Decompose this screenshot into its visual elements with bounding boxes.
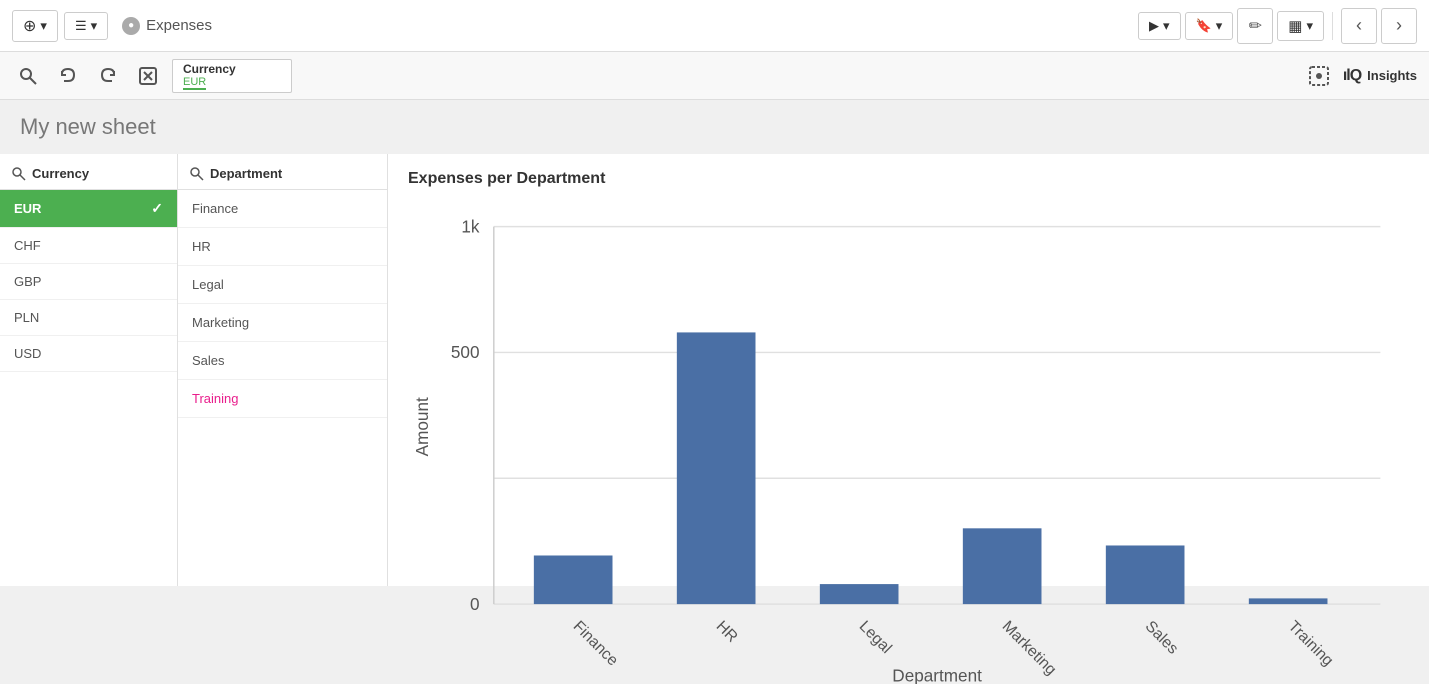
svg-text:0: 0 xyxy=(470,594,480,614)
currency-list: EUR ✓ CHF GBP PLN USD xyxy=(0,190,177,372)
svg-text:Marketing: Marketing xyxy=(999,618,1060,679)
app-dot-icon: ● xyxy=(122,17,140,35)
currency-chip-label: Currency xyxy=(183,62,281,76)
department-search-icon xyxy=(190,167,204,181)
chart-container: 1k 500 0 Amount Finan xyxy=(408,198,1409,684)
insights-button[interactable]: ılQ Insights xyxy=(1343,67,1417,85)
bar-chart: 1k 500 0 Amount Finan xyxy=(408,198,1409,684)
presentation-button[interactable]: ▶ ▾ xyxy=(1138,12,1181,40)
currency-gbp-label: GBP xyxy=(14,274,41,289)
app-title: Expenses xyxy=(146,17,212,34)
list-menu-button[interactable]: ☰ ▾ xyxy=(64,12,108,40)
compass-icon: ⊕ xyxy=(23,16,36,36)
sheet-title-bar: My new sheet xyxy=(0,100,1429,154)
currency-item-gbp[interactable]: GBP xyxy=(0,264,177,300)
currency-search-icon xyxy=(12,167,26,181)
currency-item-eur[interactable]: EUR ✓ xyxy=(0,190,177,228)
presentation-arrow: ▾ xyxy=(1163,18,1170,34)
dept-item-finance[interactable]: Finance xyxy=(178,190,387,228)
app-menu-arrow: ▾ xyxy=(40,18,47,34)
filter-bar-right: ılQ Insights xyxy=(1303,60,1417,92)
chart-arrow: ▾ xyxy=(1306,18,1313,34)
list-icon: ☰ xyxy=(75,18,87,34)
svg-text:Finance: Finance xyxy=(570,618,622,670)
undo-icon xyxy=(58,66,78,86)
svg-text:Department: Department xyxy=(892,665,982,684)
svg-text:Sales: Sales xyxy=(1142,618,1182,658)
forward-button[interactable]: › xyxy=(1381,8,1417,44)
undo-button[interactable] xyxy=(52,60,84,92)
toolbar-right: ▶ ▾ 🔖 ▾ ✏ ▦ ▾ ‹ › xyxy=(1138,8,1417,44)
bookmark-arrow: ▾ xyxy=(1216,18,1223,34)
redo-button[interactable] xyxy=(92,60,124,92)
chart-area: Expenses per Department 1k 500 0 Amount xyxy=(388,154,1429,586)
insights-label: Insights xyxy=(1367,68,1417,83)
currency-item-pln[interactable]: PLN xyxy=(0,300,177,336)
currency-chip-value: EUR xyxy=(183,76,206,90)
department-list: Finance HR Legal Marketing Sales Trainin… xyxy=(178,190,387,418)
check-icon: ✓ xyxy=(151,200,163,217)
dept-item-hr[interactable]: HR xyxy=(178,228,387,266)
bookmark-icon: 🔖 xyxy=(1196,18,1212,34)
redo-icon xyxy=(98,66,118,86)
svg-text:Training: Training xyxy=(1285,618,1337,670)
clear-selection-button[interactable] xyxy=(132,60,164,92)
svg-text:Legal: Legal xyxy=(856,618,895,657)
currency-panel: Currency EUR ✓ CHF GBP PLN USD xyxy=(0,154,178,586)
insights-chart-icon: ılQ xyxy=(1343,67,1361,85)
currency-usd-label: USD xyxy=(14,346,41,361)
bar-training xyxy=(1249,598,1328,604)
svg-text:500: 500 xyxy=(451,342,480,362)
clear-icon xyxy=(138,66,158,86)
department-panel-header: Department xyxy=(178,154,387,190)
bar-sales xyxy=(1106,545,1185,604)
dept-item-training[interactable]: Training xyxy=(178,380,387,418)
currency-header-label: Currency xyxy=(32,166,89,181)
bar-marketing xyxy=(963,528,1042,604)
department-header-label: Department xyxy=(210,166,282,181)
currency-eur-label: EUR xyxy=(14,201,41,216)
svg-text:1k: 1k xyxy=(461,216,480,236)
pencil-button[interactable]: ✏ xyxy=(1237,8,1273,44)
chart-icon: ▦ xyxy=(1288,17,1302,35)
filter-bar: Currency EUR ılQ Insights xyxy=(0,52,1429,100)
frame-icon xyxy=(1309,66,1329,86)
forward-icon: › xyxy=(1396,15,1402,36)
search-icon xyxy=(18,66,38,86)
search-filter-icon[interactable] xyxy=(12,60,44,92)
svg-text:Amount: Amount xyxy=(412,397,432,456)
dept-item-legal[interactable]: Legal xyxy=(178,266,387,304)
pencil-icon: ✏ xyxy=(1249,16,1262,36)
bookmark-button[interactable]: 🔖 ▾ xyxy=(1185,12,1234,40)
dept-item-sales[interactable]: Sales xyxy=(178,342,387,380)
toolbar-left: ⊕ ▾ ☰ ▾ ● Expenses xyxy=(12,10,212,42)
back-button[interactable]: ‹ xyxy=(1341,8,1377,44)
top-toolbar: ⊕ ▾ ☰ ▾ ● Expenses ▶ ▾ 🔖 ▾ ✏ ▦ ▾ ‹ xyxy=(0,0,1429,52)
bar-finance xyxy=(534,555,613,604)
svg-text:HR: HR xyxy=(713,618,741,646)
bar-hr xyxy=(677,332,756,604)
list-menu-arrow: ▾ xyxy=(91,18,98,34)
currency-item-usd[interactable]: USD xyxy=(0,336,177,372)
presentation-icon: ▶ xyxy=(1149,18,1159,34)
back-icon: ‹ xyxy=(1356,15,1362,36)
currency-chf-label: CHF xyxy=(14,238,41,253)
app-name-label: ● Expenses xyxy=(122,17,212,35)
bar-legal xyxy=(820,584,899,604)
currency-panel-header: Currency xyxy=(0,154,177,190)
currency-item-chf[interactable]: CHF xyxy=(0,228,177,264)
currency-filter-chip[interactable]: Currency EUR xyxy=(172,59,292,93)
department-panel: Department Finance HR Legal Marketing Sa… xyxy=(178,154,388,586)
frame-select-icon[interactable] xyxy=(1303,60,1335,92)
main-content: Currency EUR ✓ CHF GBP PLN USD Departme xyxy=(0,154,1429,586)
toolbar-divider xyxy=(1332,12,1333,40)
sheet-title: My new sheet xyxy=(20,114,156,139)
app-menu-button[interactable]: ⊕ ▾ xyxy=(12,10,58,42)
currency-pln-label: PLN xyxy=(14,310,39,325)
chart-button[interactable]: ▦ ▾ xyxy=(1277,11,1324,41)
dept-item-marketing[interactable]: Marketing xyxy=(178,304,387,342)
chart-title: Expenses per Department xyxy=(408,170,1409,188)
